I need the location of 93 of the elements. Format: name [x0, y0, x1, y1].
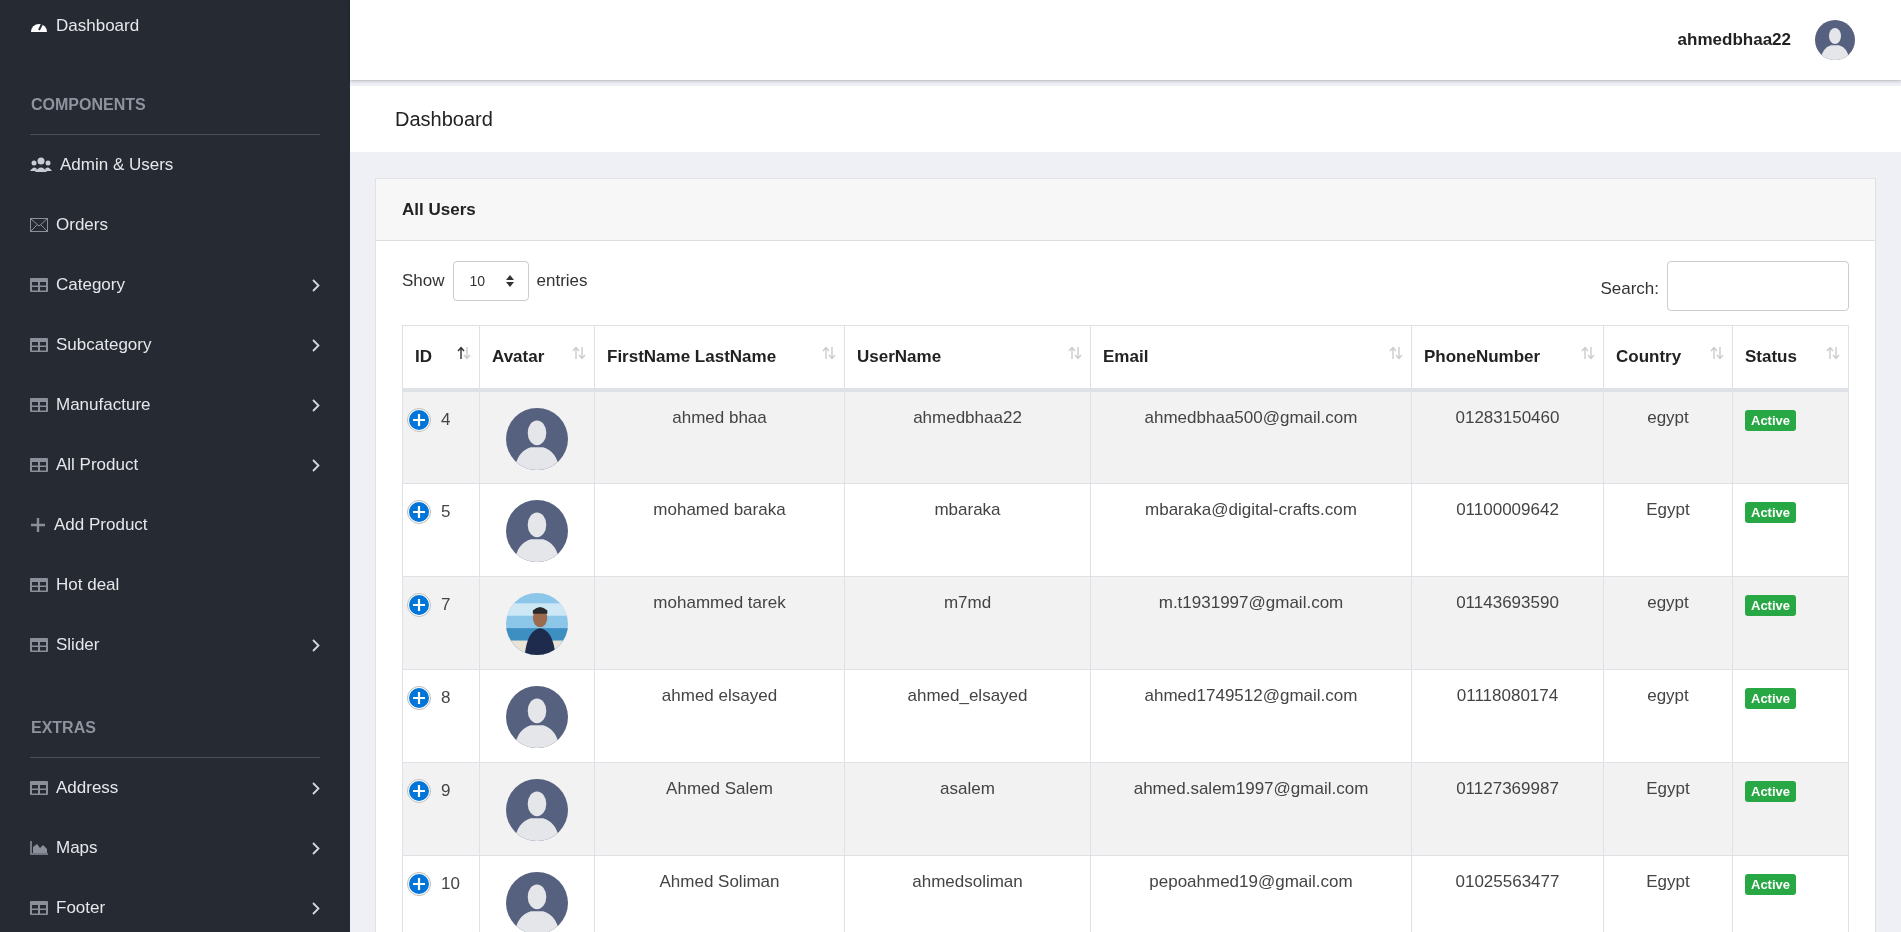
sidebar-item[interactable]: Category — [30, 255, 320, 315]
status-badge: Active — [1745, 873, 1797, 895]
sidebar-item[interactable]: Hot deal — [30, 555, 320, 615]
chevron-icon — [312, 841, 320, 855]
status-badge: Active — [1745, 594, 1797, 616]
table-icon — [30, 398, 48, 412]
table-cell: ahmed_elsayed — [907, 685, 1028, 705]
page-title: Dashboard — [395, 107, 493, 131]
expand-icon[interactable] — [407, 408, 431, 432]
section-heading: EXTRAS — [30, 675, 320, 758]
table-cell: 7 — [441, 594, 451, 615]
user-avatar-icon — [1815, 20, 1855, 60]
table-icon — [30, 578, 48, 592]
users-icon — [30, 157, 52, 173]
table-cell: m.t1931997@gmail.com — [1158, 592, 1344, 612]
table-cell: m7md — [943, 592, 992, 612]
table-cell: 01118080174 — [1456, 685, 1559, 705]
table-icon — [30, 278, 48, 292]
table-cell: ahmed1749512@gmail.com — [1144, 685, 1358, 705]
envelope-icon — [30, 218, 48, 232]
chevron-icon — [312, 398, 320, 412]
table-cell: ahmed bhaa — [672, 408, 767, 427]
plus-icon — [30, 517, 46, 533]
table-cell: 5 — [441, 501, 451, 522]
sidebar-item[interactable]: Maps — [30, 818, 320, 878]
table-cell: pepoahmed19@gmail.com — [1149, 871, 1353, 891]
table-cell: mbaraka@digital-crafts.com — [1145, 499, 1357, 519]
sidebar-item[interactable]: Add Product — [30, 495, 320, 555]
expand-icon[interactable] — [407, 778, 431, 803]
entries-label: entries — [536, 271, 588, 291]
expand-icon[interactable] — [407, 592, 431, 617]
table-cell: mbaraka — [934, 499, 1001, 519]
table-cell: 8 — [441, 687, 451, 708]
sidebar-item[interactable]: All Product — [30, 435, 320, 495]
table-cell: asalem — [940, 778, 995, 798]
table-cell: 01143693590 — [1456, 592, 1559, 612]
sidebar-item[interactable]: Orders — [30, 195, 320, 255]
table-icon — [30, 901, 48, 915]
table-cell: 01283150460 — [1455, 408, 1560, 427]
show-label: Show — [402, 271, 445, 291]
table-cell: 01025563477 — [1455, 871, 1560, 891]
table-cell: 01100009642 — [1456, 499, 1559, 519]
table-cell: 4 — [441, 410, 451, 430]
sidebar-item[interactable]: Slider — [30, 615, 320, 675]
chevron-icon — [312, 901, 320, 915]
sidebar-item[interactable]: Address — [30, 758, 320, 818]
table-cell: egypt — [1647, 685, 1689, 705]
search-field[interactable] — [1667, 261, 1849, 311]
table-cell: ahmedbhaa500@gmail.com — [1144, 408, 1358, 427]
table-cell: Egypt — [1646, 499, 1690, 519]
status-badge: Active — [1745, 501, 1797, 523]
table-cell: 01127369987 — [1456, 778, 1559, 798]
table-cell: ahmedbhaa22 — [913, 408, 1022, 427]
card-title: All Users — [402, 199, 476, 220]
sidebar-item[interactable]: Manufacture — [30, 375, 320, 435]
chevron-icon — [312, 338, 320, 352]
table-icon — [30, 638, 48, 652]
table-cell: Ahmed Salem — [666, 778, 773, 798]
table-cell: Egypt — [1646, 871, 1690, 891]
chevron-icon — [312, 458, 320, 472]
status-badge: Active — [1745, 410, 1797, 431]
search-label: Search: — [1600, 279, 1659, 299]
table-cell: mohamed baraka — [653, 499, 786, 519]
table-cell: ahmed elsayed — [661, 685, 778, 705]
section-heading: COMPONENTS — [30, 52, 320, 135]
table-cell: 9 — [441, 780, 451, 801]
table-cell: ahmed.salem1997@gmail.com — [1133, 778, 1369, 798]
table-icon — [30, 458, 48, 472]
caret-icon — [505, 275, 514, 287]
expand-icon[interactable] — [407, 685, 431, 710]
table-cell: egypt — [1647, 592, 1689, 612]
table-cell: Ahmed Soliman — [659, 871, 780, 891]
sidebar-item[interactable]: Dashboard — [30, 0, 320, 52]
expand-icon[interactable] — [407, 499, 431, 524]
table-icon — [30, 338, 48, 352]
chevron-icon — [312, 781, 320, 795]
table-cell: mohammed tarek — [653, 592, 786, 612]
chevron-icon — [312, 638, 320, 652]
table-icon — [30, 781, 48, 795]
status-badge: Active — [1745, 687, 1797, 709]
sidebar-item[interactable]: Admin & Users — [30, 135, 320, 195]
table-cell: 10 — [441, 873, 460, 894]
username[interactable]: ahmedbhaa22 — [1677, 30, 1791, 50]
chevron-icon — [312, 278, 320, 292]
table-cell: ahmedsoliman — [912, 871, 1023, 891]
table-cell: Egypt — [1646, 778, 1690, 798]
sidebar-item[interactable]: Footer — [30, 878, 320, 932]
entries-select[interactable]: 10 — [452, 261, 529, 301]
table-cell: egypt — [1647, 408, 1689, 427]
expand-icon[interactable] — [407, 871, 431, 896]
status-badge: Active — [1745, 780, 1797, 802]
area-chart-icon — [30, 841, 48, 855]
sidebar-item[interactable]: Subcategory — [30, 315, 320, 375]
